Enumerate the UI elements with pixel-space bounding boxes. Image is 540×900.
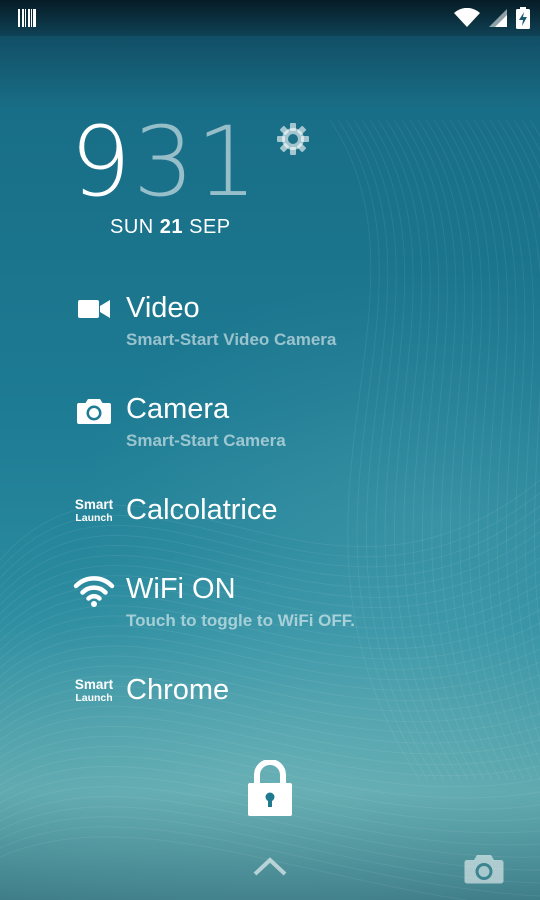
smart-launch-text-launch: Launch [75, 511, 113, 524]
clock-minutes: 31 [133, 106, 260, 218]
smart-launch-text-smart: Smart [74, 497, 114, 512]
smart-launch-text-launch: Launch [75, 691, 113, 704]
shortcut-camera[interactable]: Camera Smart-Start Camera [70, 393, 490, 457]
shortcut-chrome-title: Chrome [126, 674, 230, 706]
gear-icon[interactable] [274, 120, 312, 158]
smart-launch-icon: Smart Launch [70, 678, 118, 703]
video-camera-icon [70, 298, 118, 320]
camera-icon[interactable] [464, 852, 504, 884]
battery-charging-icon [516, 7, 530, 34]
clock: 9 31 [70, 112, 259, 212]
clock-hour: 9 [70, 106, 134, 218]
wifi-icon [70, 575, 118, 607]
shortcut-wifi-title: WiFi ON [126, 573, 236, 605]
smart-launch-text-smart: Smart [74, 677, 114, 692]
date: SUN 21 SEP [110, 216, 231, 239]
shortcut-wifi-subtitle: Touch to toggle to WiFi OFF. [126, 611, 355, 630]
shortcut-video[interactable]: Video Smart-Start Video Camera [70, 292, 490, 356]
shortcut-camera-title: Camera [126, 393, 230, 425]
shortcut-calcolatrice[interactable]: Smart Launch Calcolatrice [70, 494, 490, 534]
date-month: SEP [189, 216, 231, 238]
camera-icon [70, 396, 118, 424]
shortcut-video-title: Video [126, 292, 200, 324]
date-day: 21 [159, 216, 184, 238]
shortcut-camera-subtitle: Smart-Start Camera [126, 431, 286, 450]
chevron-up-icon[interactable] [252, 854, 288, 878]
date-day-of-week: SUN [110, 216, 154, 238]
smart-launch-icon: Smart Launch [70, 498, 118, 523]
shortcut-chrome[interactable]: Smart Launch Chrome [70, 674, 490, 714]
barcode-icon [18, 9, 36, 32]
shortcut-wifi-toggle[interactable]: WiFi ON Touch to toggle to WiFi OFF. [70, 573, 490, 637]
status-bar [0, 0, 540, 36]
wifi-icon [454, 7, 480, 33]
shortcut-calcolatrice-title: Calcolatrice [126, 494, 278, 526]
padlock-icon[interactable] [245, 759, 295, 816]
shortcut-video-subtitle: Smart-Start Video Camera [126, 330, 337, 349]
cell-signal-icon [488, 8, 508, 33]
